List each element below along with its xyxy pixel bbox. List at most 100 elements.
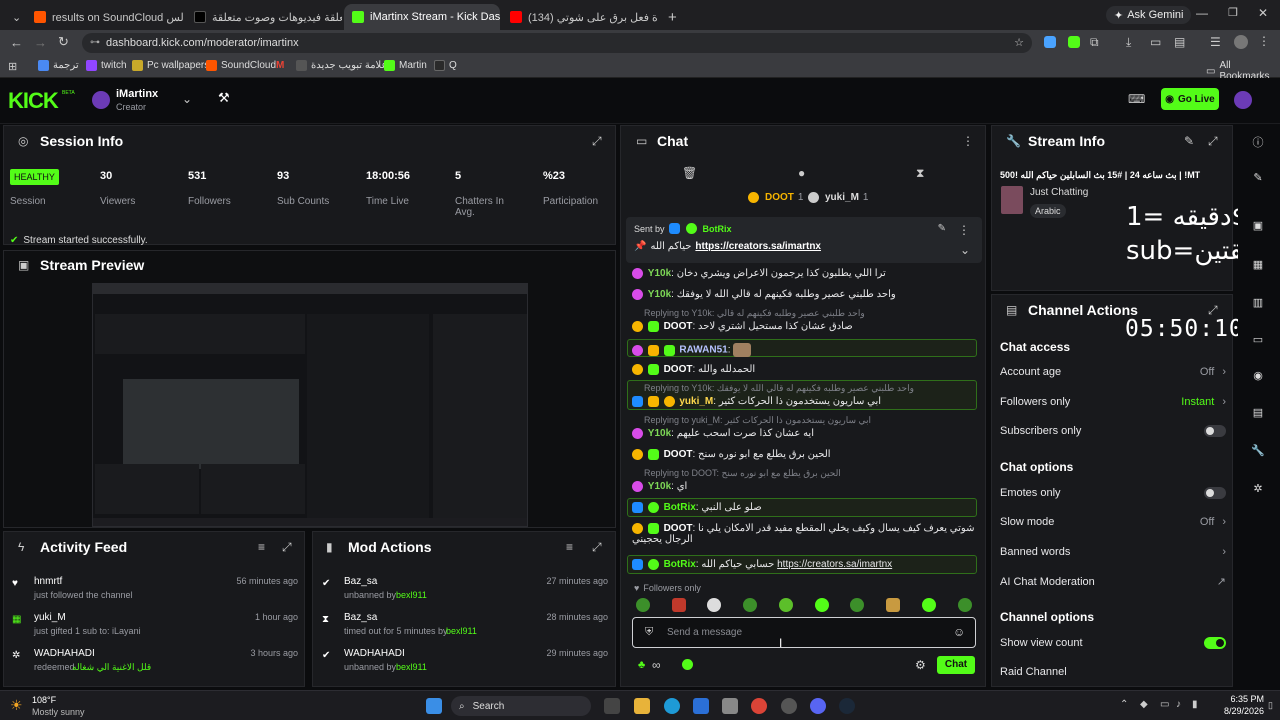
followers-only-control[interactable]: Instant › bbox=[1181, 396, 1226, 408]
tab-soundcloud[interactable]: results on SoundCloud الاندلس ✕ bbox=[26, 4, 184, 30]
steam-icon[interactable] bbox=[839, 698, 855, 714]
app-icon[interactable] bbox=[722, 698, 738, 714]
site-info-icon[interactable]: ⊶ bbox=[90, 33, 100, 53]
chat-link[interactable]: https://creators.sa/imartnx bbox=[777, 559, 892, 570]
account-age-control[interactable]: Off › bbox=[1200, 366, 1226, 378]
ai-moderation-row[interactable]: AI Chat Moderation ↗ bbox=[1000, 575, 1226, 589]
chevron-down-icon[interactable]: ⌄ bbox=[182, 92, 192, 106]
expand-icon[interactable]: ⤢ bbox=[282, 540, 292, 555]
clock-date[interactable]: 8/29/2026 bbox=[1208, 706, 1264, 716]
chat-username[interactable]: DOOT bbox=[664, 523, 693, 534]
chat-bubble-icon[interactable]: ● bbox=[798, 166, 805, 180]
task-view-icon[interactable] bbox=[604, 698, 620, 714]
pinned-link[interactable]: https://creators.sa/imartnx bbox=[695, 241, 821, 252]
back-icon[interactable]: ← bbox=[10, 35, 23, 50]
go-live-button[interactable]: ◉ Go Live bbox=[1161, 88, 1219, 110]
emotes-only-toggle[interactable] bbox=[1204, 487, 1226, 499]
expand-icon[interactable]: ⤢ bbox=[592, 134, 602, 149]
network-icon[interactable]: ▭ bbox=[1160, 699, 1169, 710]
mod-target-user[interactable]: Baz_sa bbox=[344, 576, 377, 587]
bookmark-q[interactable]: Q bbox=[434, 60, 457, 71]
channel-avatar[interactable] bbox=[92, 91, 110, 109]
taskbar-search[interactable]: ⌕ Search bbox=[451, 696, 591, 716]
user-avatar[interactable] bbox=[1234, 91, 1252, 109]
emote-icon[interactable] bbox=[815, 598, 829, 612]
record-icon[interactable]: ◉ bbox=[1250, 369, 1266, 385]
maximize-icon[interactable]: ❐ bbox=[1228, 6, 1238, 19]
bookmark-gmail[interactable]: M bbox=[276, 60, 284, 71]
bookmark-translate[interactable]: ترجمة bbox=[38, 60, 79, 71]
emote-icon[interactable] bbox=[922, 598, 936, 612]
edit-icon[interactable]: ✎ bbox=[1184, 134, 1194, 148]
emote-icon[interactable] bbox=[743, 598, 757, 612]
chat-username[interactable]: DOOT bbox=[664, 364, 693, 375]
window-close-icon[interactable]: ✕ bbox=[1258, 6, 1268, 20]
chat-username[interactable]: Y10k bbox=[648, 289, 671, 300]
emote-icon[interactable] bbox=[636, 598, 650, 612]
chrome-icon[interactable] bbox=[751, 698, 767, 714]
slow-mode-row[interactable]: Slow mode Off › bbox=[1000, 516, 1226, 528]
tab-kick-dashboard[interactable]: iMartinx Stream - Kick Dashboa ✕ bbox=[344, 4, 500, 30]
emote-icon[interactable] bbox=[707, 598, 721, 612]
info-icon[interactable]: ⓘ bbox=[1250, 134, 1266, 150]
store-icon[interactable] bbox=[693, 698, 709, 714]
battery-icon[interactable]: ▮ bbox=[1192, 699, 1198, 710]
url-bar[interactable]: ⊶ dashboard.kick.com/moderator/imartinx … bbox=[82, 33, 1032, 53]
tab-list-button[interactable]: ⌄ bbox=[4, 4, 24, 30]
apps-grid-icon[interactable]: ⊞ bbox=[8, 60, 17, 73]
extension-icon[interactable] bbox=[1068, 36, 1080, 48]
volume-icon[interactable]: ♪ bbox=[1176, 699, 1181, 710]
activity-user[interactable]: hnmrtf bbox=[34, 576, 62, 587]
trash-icon[interactable]: 🗑 bbox=[682, 166, 697, 180]
discord-icon[interactable] bbox=[810, 698, 826, 714]
chat-username[interactable]: BotRix bbox=[664, 502, 696, 513]
stats-icon[interactable]: ▦ bbox=[1250, 258, 1266, 274]
banned-words-row[interactable]: Banned words › bbox=[1000, 546, 1226, 558]
channel-icon[interactable]: ▤ bbox=[1250, 406, 1266, 422]
obs-icon[interactable] bbox=[781, 698, 797, 714]
edit-icon[interactable]: ✎ bbox=[1250, 171, 1266, 187]
bookmark-soundcloud[interactable]: SoundCloud bbox=[206, 60, 276, 71]
emote-icon[interactable] bbox=[779, 598, 793, 612]
windows-start-icon[interactable] bbox=[426, 698, 442, 714]
mod-target-user[interactable]: WADHAHADI bbox=[344, 648, 405, 659]
apps-icon[interactable]: ☰ bbox=[1210, 35, 1221, 49]
bookmark-wallpapers[interactable]: Pc wallpapers bbox=[132, 60, 209, 71]
emote-icon[interactable] bbox=[958, 598, 972, 612]
ask-gemini-button[interactable]: ✦ Ask Gemini bbox=[1106, 6, 1192, 24]
chat-username[interactable]: Y10k bbox=[648, 268, 671, 279]
expand-icon[interactable]: ⤢ bbox=[1208, 134, 1218, 149]
reply-context[interactable]: Replying to Y10k: واحد طلبني عصير وطلبه … bbox=[644, 308, 989, 319]
profile-avatar[interactable] bbox=[1234, 35, 1248, 49]
followers-only-row[interactable]: Followers only Instant › bbox=[1000, 396, 1226, 408]
bookmark-star-icon[interactable]: ☆ bbox=[1014, 33, 1024, 53]
subscribers-only-toggle[interactable] bbox=[1204, 425, 1226, 437]
infinity-icon[interactable]: ∞ bbox=[652, 658, 661, 672]
mod-by-user[interactable]: bexl911 bbox=[396, 590, 427, 600]
top-chatter[interactable]: DOOT 1 bbox=[748, 192, 803, 203]
hourglass-icon[interactable]: ⧗ bbox=[916, 166, 924, 181]
forward-icon[interactable]: → bbox=[34, 35, 47, 50]
raid-channel-row[interactable]: Raid Channel bbox=[1000, 666, 1226, 678]
activity-user[interactable]: WADHAHADI bbox=[34, 648, 95, 659]
mod-target-user[interactable]: Baz_sa bbox=[344, 612, 377, 623]
stream-preview-video[interactable] bbox=[92, 283, 528, 527]
reply-context[interactable]: Replying to yuki_M: ابي ساريون يستخدمون … bbox=[644, 415, 989, 426]
chat-username[interactable]: Y10k bbox=[648, 481, 671, 492]
chevron-down-icon[interactable]: ⌄ bbox=[960, 243, 970, 257]
reload-icon[interactable]: ↻ bbox=[58, 34, 69, 50]
keyboard-icon[interactable]: ⌨ bbox=[1128, 92, 1145, 106]
slow-mode-control[interactable]: Off › bbox=[1200, 516, 1226, 528]
hammer-icon[interactable]: ⚒ bbox=[218, 90, 230, 106]
mod-by-user[interactable]: bexl911 bbox=[396, 662, 427, 672]
chat-username[interactable]: Y10k bbox=[648, 428, 671, 439]
reply-context[interactable]: Replying to Y10k: واحد طلبني عصير وطلبه … bbox=[644, 383, 989, 394]
gear-icon[interactable]: ⚙ bbox=[915, 658, 926, 672]
chat-username[interactable]: yuki_M bbox=[679, 396, 713, 407]
tab-tiktok[interactable]: متعلقة فيديوهات وصوت متعلقة... ✕ bbox=[186, 4, 342, 30]
filter-icon[interactable]: ≡ bbox=[258, 540, 265, 554]
chat-username[interactable]: BotRix bbox=[664, 559, 696, 570]
unpin-icon[interactable]: ✎ bbox=[938, 223, 946, 234]
menu-icon[interactable]: ⋮ bbox=[1258, 34, 1270, 48]
extension-icon[interactable] bbox=[1044, 36, 1056, 48]
